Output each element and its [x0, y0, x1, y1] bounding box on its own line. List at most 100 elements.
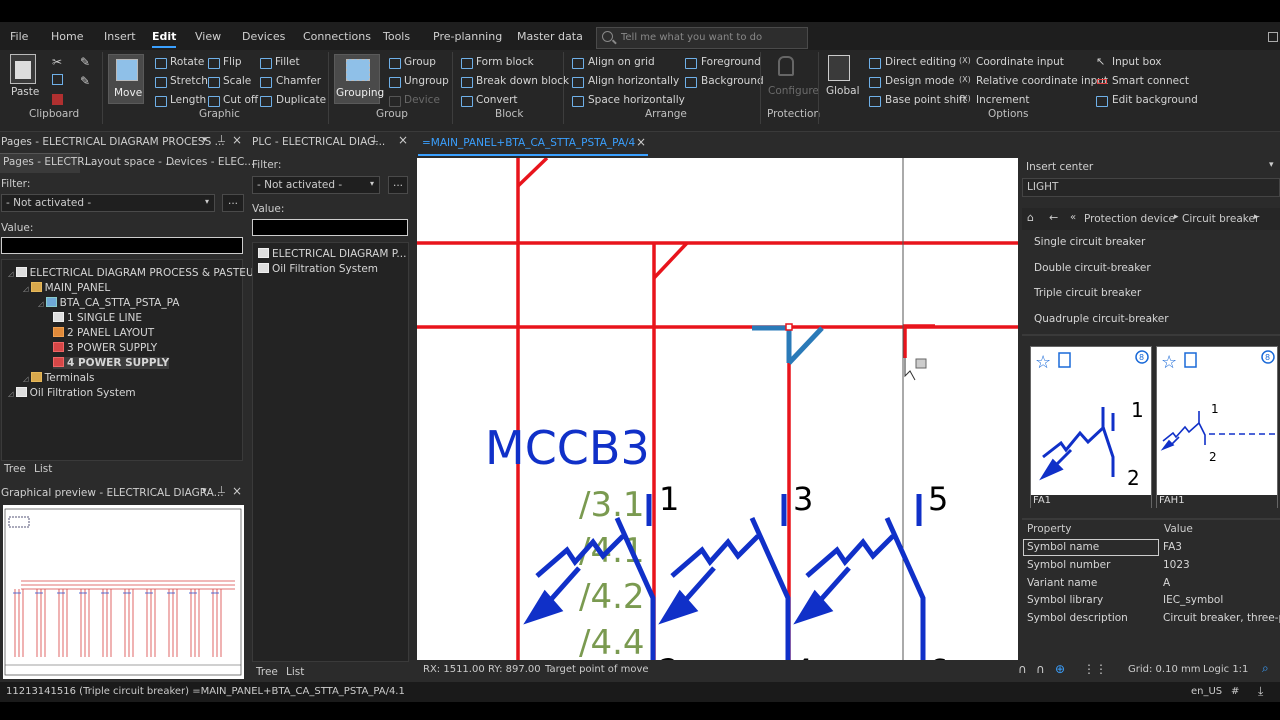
menu-file[interactable]: File [10, 30, 28, 43]
tree-item[interactable]: ◿ Oil Filtration System [8, 387, 136, 399]
insert-center-search[interactable]: LIGHT [1022, 178, 1280, 197]
increment-button[interactable]: Increment [976, 94, 1030, 106]
cross-ref[interactable]: /4.1 [579, 531, 645, 571]
locale[interactable]: en_US [1191, 686, 1222, 697]
stretch-button[interactable]: Stretch [170, 75, 208, 87]
filter-select[interactable]: - Not activated - ▾ [1, 194, 215, 212]
device-button[interactable]: Device [404, 94, 440, 106]
close-icon[interactable]: × [232, 133, 242, 147]
menu-pre-planning[interactable]: Pre-planning [433, 30, 502, 43]
magnet-icon[interactable]: ∩ [1018, 662, 1027, 676]
breadcrumb-overflow-icon[interactable]: « [1070, 212, 1076, 223]
panel-menu-icon[interactable]: ▾ [202, 486, 207, 496]
form-block-button[interactable]: Form block [476, 56, 534, 68]
tree-item[interactable]: 4 POWER SUPPLY [53, 357, 170, 369]
plc-filter-select[interactable]: - Not activated - ▾ [252, 176, 380, 194]
magnet-alt-icon[interactable]: ∩ [1036, 662, 1045, 676]
length-button[interactable]: Length [170, 94, 206, 106]
plc-filter-more-button[interactable]: ... [388, 176, 408, 194]
tab-layout-space[interactable]: Layout space - ... [85, 156, 175, 168]
tree-toggle-icon[interactable]: ◿ [8, 390, 16, 398]
coordinate-input-button[interactable]: Coordinate input [976, 56, 1064, 68]
rotate-button[interactable]: Rotate [170, 56, 204, 68]
bottom-tab-tree[interactable]: Tree [4, 463, 26, 475]
property-value[interactable]: Circuit breaker, three-pole [1163, 612, 1280, 624]
list-item[interactable]: Quadruple circuit-breaker [1034, 313, 1169, 325]
list-item[interactable]: Single circuit breaker [1034, 236, 1145, 248]
home-icon[interactable]: ⌂ [1027, 211, 1034, 224]
tree-item[interactable]: ◿ MAIN_PANEL [23, 282, 110, 294]
breadcrumb-item[interactable]: Protection device [1084, 213, 1175, 225]
property-value[interactable]: A [1163, 577, 1170, 589]
restore-icon[interactable] [1268, 32, 1278, 42]
scale-button[interactable]: Scale [223, 75, 251, 87]
tree-toggle-icon[interactable]: ◿ [23, 285, 31, 293]
chevron-down-icon[interactable]: ▾ [1269, 160, 1274, 170]
tree-item[interactable]: ◿ ELECTRICAL DIAGRAM PROCESS & PASTEU... [8, 267, 264, 279]
tree-item[interactable]: 3 POWER SUPPLY [53, 342, 157, 354]
plc-bottom-tab-list[interactable]: List [286, 666, 304, 678]
delete-icon[interactable] [52, 94, 63, 105]
global-button[interactable]: Global [826, 85, 860, 97]
cross-ref[interactable]: /4.4 [579, 623, 645, 660]
menu-edit[interactable]: Edit [152, 30, 177, 48]
edit-background-button[interactable]: Edit background [1112, 94, 1198, 106]
close-icon[interactable]: × [636, 135, 646, 149]
close-icon[interactable]: × [232, 484, 242, 498]
grouping-button[interactable]: Grouping [334, 54, 384, 104]
breadcrumb-item[interactable]: Circuit breaker [1182, 213, 1259, 225]
document-tab[interactable]: =MAIN_PANEL+BTA_CA_STTA_PSTA_PA/4 × [418, 134, 648, 156]
relative-coordinate-input-button[interactable]: Relative coordinate input [976, 75, 1108, 87]
flip-button[interactable]: Flip [223, 56, 242, 68]
tab-devices[interactable]: Devices - ELEC... [166, 156, 254, 168]
grid-icon[interactable]: ⋮⋮ [1083, 662, 1107, 676]
convert-button[interactable]: Convert [476, 94, 518, 106]
plc-value-input[interactable] [252, 219, 408, 236]
pin-icon[interactable]: ⊥ [217, 485, 226, 496]
symbol-card-fa1[interactable]: ☆ 8 1 2 FA1 [1030, 346, 1152, 508]
tree-item[interactable]: ◿ BTA_CA_STTA_PSTA_PA [38, 297, 179, 309]
logic-scale[interactable]: Logic 1:1 [1203, 664, 1248, 675]
base-point-shift-button[interactable]: Base point shift [885, 94, 967, 106]
symbol-card-fah1[interactable]: ☆ 8 1 2 FAH1 [1156, 346, 1279, 508]
input-box-button[interactable]: Input box [1112, 56, 1162, 68]
tree-toggle-icon[interactable]: ◿ [23, 375, 31, 383]
tree-item[interactable]: 2 PANEL LAYOUT [53, 327, 154, 339]
pin-icon[interactable]: ⊥ [370, 134, 379, 145]
space-horizontally-button[interactable]: Space horizontally [588, 94, 685, 106]
schematic-canvas[interactable]: MCCB3 /3.1 /4.1 /4.2 /4.4 1 3 5 2 4 6 [417, 158, 1018, 660]
zoom-icon[interactable]: ⌕ [1262, 661, 1269, 676]
list-item[interactable]: Double circuit-breaker [1034, 262, 1151, 274]
cut-icon[interactable]: ✂ [52, 55, 62, 69]
break-down-block-button[interactable]: Break down block [476, 75, 569, 87]
group-button[interactable]: Group [404, 56, 436, 68]
menu-devices[interactable]: Devices [242, 30, 285, 43]
close-icon[interactable]: × [398, 133, 408, 147]
property-value[interactable]: 1023 [1163, 559, 1190, 571]
configure-button[interactable]: Configure [768, 85, 819, 97]
cross-ref[interactable]: /4.2 [579, 577, 645, 617]
chamfer-button[interactable]: Chamfer [276, 75, 321, 87]
direct-editing-button[interactable]: Direct editing [885, 56, 956, 68]
panel-menu-icon[interactable]: ▾ [202, 135, 207, 145]
menu-home[interactable]: Home [51, 30, 83, 43]
tell-me-search[interactable]: Tell me what you want to do [596, 27, 808, 49]
menu-view[interactable]: View [195, 30, 221, 43]
property-value[interactable]: IEC_symbol [1163, 594, 1223, 606]
copy-icon[interactable] [52, 74, 63, 85]
value-input[interactable] [1, 237, 243, 254]
design-mode-button[interactable]: Design mode [885, 75, 954, 87]
graphical-preview[interactable] [3, 505, 244, 679]
plc-bottom-tab-tree[interactable]: Tree [256, 666, 278, 678]
plc-tree-item[interactable]: ELECTRICAL DIAGRAM P... [258, 248, 406, 260]
align-horizontally-button[interactable]: Align horizontally [588, 75, 679, 87]
move-button[interactable]: Move [108, 54, 144, 104]
hash-indicator[interactable]: # [1231, 686, 1239, 697]
fillet-button[interactable]: Fillet [275, 56, 300, 68]
background-button[interactable]: Background [701, 75, 764, 87]
snap-icon[interactable]: ⊕ [1055, 662, 1065, 676]
cross-ref[interactable]: /3.1 [579, 485, 645, 525]
download-icon[interactable]: ⤓ [1258, 684, 1263, 699]
format-painter-icon[interactable]: ✎ [80, 55, 90, 69]
align-on-grid-button[interactable]: Align on grid [588, 56, 655, 68]
